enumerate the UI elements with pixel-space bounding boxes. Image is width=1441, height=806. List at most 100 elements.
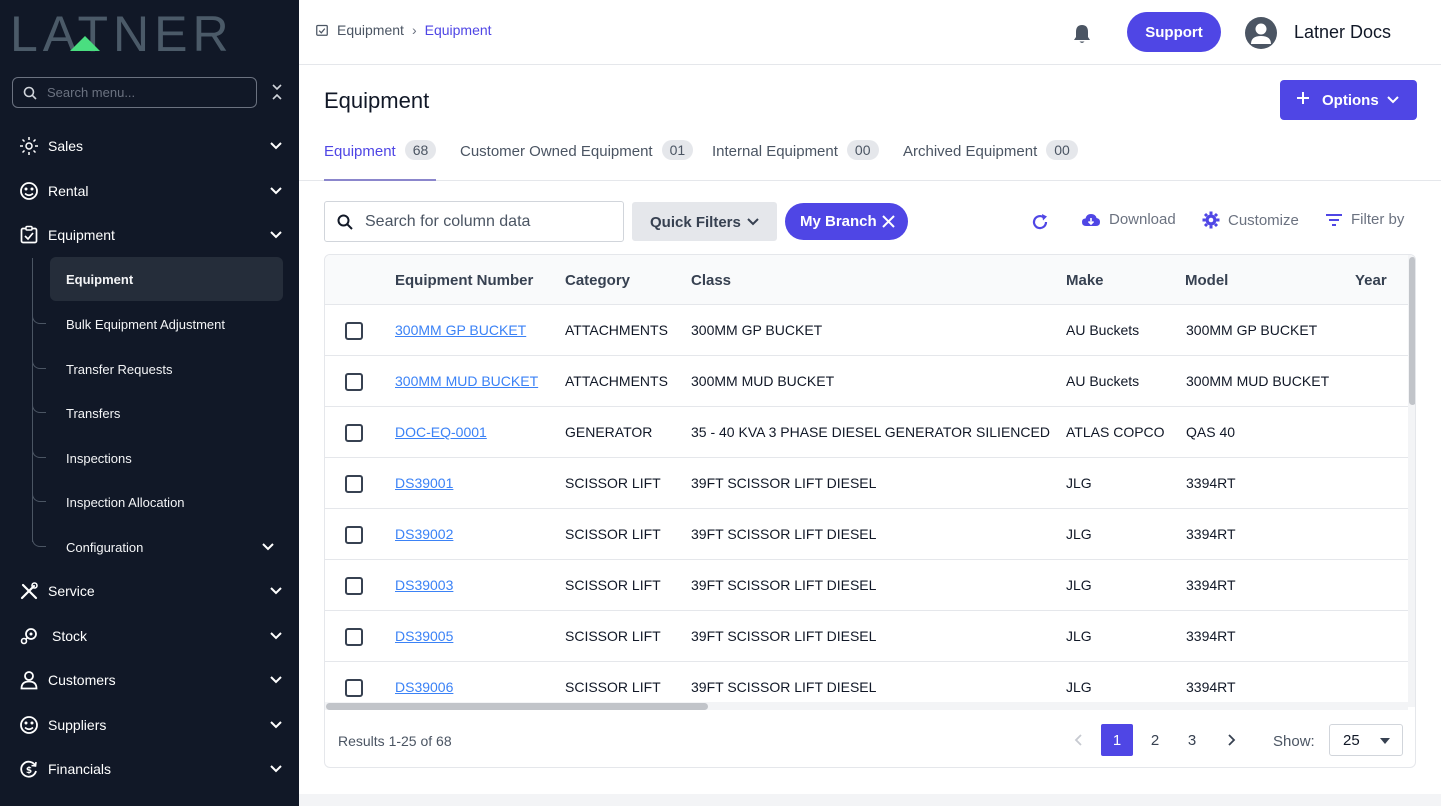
cell-make: JLG xyxy=(1066,628,1092,644)
next-page-icon[interactable] xyxy=(1215,724,1247,756)
submenu-item-inspection-allocation[interactable]: Inspection Allocation xyxy=(32,480,283,524)
table-row[interactable]: DS39003 SCISSOR LIFT 39FT SCISSOR LIFT D… xyxy=(325,560,1408,611)
table-search[interactable] xyxy=(324,201,624,242)
column-header-category[interactable]: Category xyxy=(565,272,630,289)
sales-icon xyxy=(20,137,38,155)
row-checkbox[interactable] xyxy=(345,322,363,340)
table-row[interactable]: 300MM GP BUCKET ATTACHMENTS 300MM GP BUC… xyxy=(325,305,1408,356)
equipment-number-link[interactable]: 300MM MUD BUCKET xyxy=(395,373,538,389)
refresh-icon[interactable] xyxy=(1030,212,1050,232)
menu-search-input[interactable] xyxy=(47,85,247,100)
notification-bell-icon[interactable] xyxy=(1072,23,1092,45)
table-row[interactable]: DOC-EQ-0001 GENERATOR 35 - 40 KVA 3 PHAS… xyxy=(325,407,1408,458)
horizontal-scrollbar[interactable] xyxy=(325,702,1408,710)
submenu-item-bulk-equipment-adjustment[interactable]: Bulk Equipment Adjustment xyxy=(32,302,283,346)
column-header-make[interactable]: Make xyxy=(1066,272,1104,289)
options-label: Options xyxy=(1322,92,1379,109)
row-checkbox[interactable] xyxy=(345,475,363,493)
row-checkbox[interactable] xyxy=(345,373,363,391)
tab-customer-owned-equipment[interactable]: Customer Owned Equipment 01 xyxy=(460,140,694,181)
latner-logo[interactable]: LATNER xyxy=(10,8,282,56)
user-icon xyxy=(1251,23,1271,44)
sidebar-item-financials[interactable]: $ Financials xyxy=(0,749,299,789)
submenu-item-inspections[interactable]: Inspections xyxy=(32,436,283,480)
chevron-down-icon xyxy=(747,218,759,226)
row-checkbox[interactable] xyxy=(345,526,363,544)
user-name[interactable]: Latner Docs xyxy=(1294,22,1391,43)
page-button-1[interactable]: 1 xyxy=(1101,724,1133,756)
prev-page-icon[interactable] xyxy=(1063,724,1095,756)
submenu-item-label: Inspection Allocation xyxy=(66,494,185,510)
menu-search[interactable] xyxy=(12,77,257,108)
breadcrumb-link[interactable]: Equipment xyxy=(337,22,404,38)
equipment-number-link[interactable]: DS39006 xyxy=(395,679,453,695)
sidebar-item-suppliers[interactable]: Suppliers xyxy=(0,705,299,745)
tab-equipment[interactable]: Equipment 68 xyxy=(324,140,437,181)
table-row[interactable]: DS39002 SCISSOR LIFT 39FT SCISSOR LIFT D… xyxy=(325,509,1408,560)
equipment-number-link[interactable]: DS39002 xyxy=(395,526,453,542)
equipment-number-link[interactable]: 300MM GP BUCKET xyxy=(395,322,526,338)
table-search-input[interactable] xyxy=(365,212,615,231)
sidebar-item-customers[interactable]: Customers xyxy=(0,660,299,700)
row-checkbox[interactable] xyxy=(345,628,363,646)
equipment-number-link[interactable]: DS39001 xyxy=(395,475,453,491)
sidebar-item-service[interactable]: Service xyxy=(0,571,299,611)
tab-archived-equipment[interactable]: Archived Equipment 00 xyxy=(903,140,1078,181)
cell-category: GENERATOR xyxy=(565,424,653,440)
customize-label: Customize xyxy=(1228,211,1299,229)
quick-filters-button[interactable]: Quick Filters xyxy=(632,202,777,241)
cell-make: JLG xyxy=(1066,526,1092,542)
cell-category: SCISSOR LIFT xyxy=(565,475,661,491)
vertical-scrollbar[interactable] xyxy=(1408,255,1415,707)
cell-class: 39FT SCISSOR LIFT DIESEL xyxy=(691,679,877,695)
filter-chip-my-branch[interactable]: My Branch xyxy=(785,203,908,240)
sidebar-item-equipment[interactable]: Equipment xyxy=(0,215,299,255)
chevron-down-icon xyxy=(270,587,282,595)
close-icon[interactable] xyxy=(882,215,895,228)
options-button[interactable]: Options xyxy=(1280,80,1417,120)
cell-model: 3394RT xyxy=(1186,475,1236,491)
filter-by-button[interactable]: Filter by xyxy=(1325,211,1404,228)
page-button-3[interactable]: 3 xyxy=(1176,724,1208,756)
collapse-sidebar-icon[interactable] xyxy=(268,82,286,102)
cell-class: 300MM MUD BUCKET xyxy=(691,373,835,389)
equipment-number-link[interactable]: DS39003 xyxy=(395,577,453,593)
top-bar: Equipment › Equipment Support Latner Doc… xyxy=(299,0,1441,65)
equipment-number-link[interactable]: DOC-EQ-0001 xyxy=(395,424,487,440)
sidebar-item-sales[interactable]: Sales xyxy=(0,126,299,166)
column-header-class[interactable]: Class xyxy=(691,272,731,289)
page-button-2[interactable]: 2 xyxy=(1139,724,1171,756)
submenu-item-equipment[interactable]: Equipment xyxy=(50,257,283,301)
page-size-select[interactable]: 25 xyxy=(1329,724,1403,756)
row-checkbox[interactable] xyxy=(345,679,363,697)
page-size-label: Show: xyxy=(1273,733,1315,750)
scrollbar-thumb[interactable] xyxy=(326,703,708,710)
column-header-year[interactable]: Year xyxy=(1355,272,1387,289)
sidebar-item-rental[interactable]: Rental xyxy=(0,171,299,211)
tree-connector xyxy=(32,308,46,324)
column-header-equipment-number[interactable]: Equipment Number xyxy=(395,272,533,289)
table-row[interactable]: DS39001 SCISSOR LIFT 39FT SCISSOR LIFT D… xyxy=(325,458,1408,509)
avatar[interactable] xyxy=(1245,17,1277,49)
sidebar-item-label: Sales xyxy=(48,138,84,154)
sidebar-item-label: Service xyxy=(48,583,95,599)
download-button[interactable]: Download xyxy=(1081,211,1176,228)
submenu-item-transfers[interactable]: Transfers xyxy=(32,391,283,435)
equipment-number-link[interactable]: DS39005 xyxy=(395,628,453,644)
cell-class: 39FT SCISSOR LIFT DIESEL xyxy=(691,526,877,542)
chevron-down-icon xyxy=(1387,96,1399,104)
submenu-item-configuration[interactable]: Configuration xyxy=(32,525,283,569)
column-header-model[interactable]: Model xyxy=(1185,272,1228,289)
row-checkbox[interactable] xyxy=(345,577,363,595)
cell-model: 300MM GP BUCKET xyxy=(1186,322,1318,338)
tab-internal-equipment[interactable]: Internal Equipment 00 xyxy=(712,140,879,181)
customize-button[interactable]: Customize xyxy=(1202,211,1299,229)
tab-count-badge: 68 xyxy=(404,140,437,160)
table-row[interactable]: DS39005 SCISSOR LIFT 39FT SCISSOR LIFT D… xyxy=(325,611,1408,662)
row-checkbox[interactable] xyxy=(345,424,363,442)
support-button[interactable]: Support xyxy=(1127,12,1221,52)
sidebar-item-stock[interactable]: Stock xyxy=(0,616,299,656)
submenu-item-transfer-requests[interactable]: Transfer Requests xyxy=(32,347,283,391)
scrollbar-thumb[interactable] xyxy=(1409,257,1415,405)
table-row[interactable]: 300MM MUD BUCKET ATTACHMENTS 300MM MUD B… xyxy=(325,356,1408,407)
